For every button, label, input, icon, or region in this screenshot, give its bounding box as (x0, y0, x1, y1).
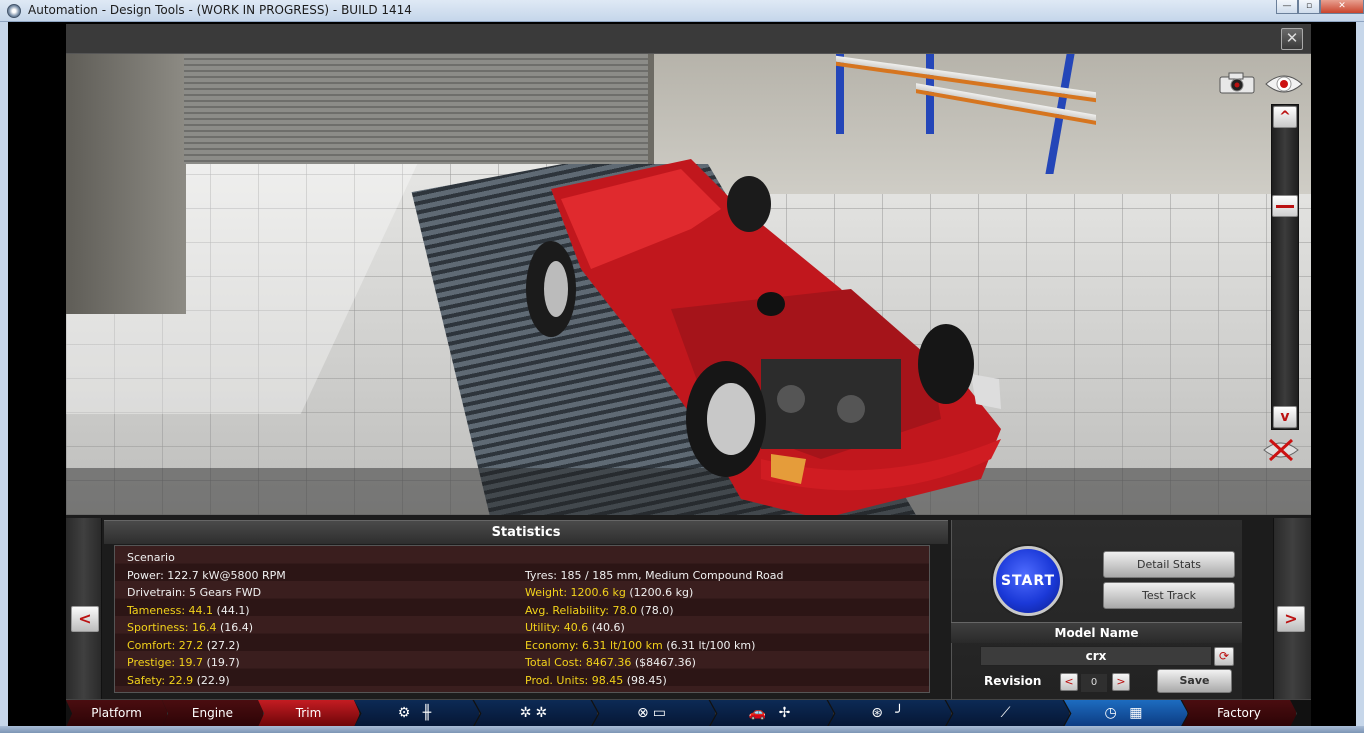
tab-interior[interactable]: ⊛ ╯ (828, 700, 952, 727)
stat-extra: (19.7) (203, 656, 240, 669)
camera-icon[interactable] (1219, 72, 1255, 94)
zoom-out-button[interactable]: v (1273, 406, 1297, 428)
window-title: Automation - Design Tools - (WORK IN PRO… (28, 3, 412, 17)
wheels-icon: ✲✲ (519, 705, 552, 721)
stat-extra: (40.6) (588, 621, 625, 634)
stat-extra: (16.4) (216, 621, 254, 634)
tab-suspension[interactable]: ⊗▭ (592, 700, 716, 727)
interior-steering-icon: ⊛ ╯ (871, 705, 908, 721)
maximize-button[interactable]: ▫ (1298, 0, 1320, 14)
stat-sportiness: Sportiness: 16.4 (16.4) (127, 619, 286, 637)
stat-extra: (1200.6 kg) (625, 586, 694, 599)
revision-decrement-button[interactable]: < (1060, 673, 1078, 691)
exhaust-icon: ⟋ (1000, 705, 1015, 721)
revision-label: Revision (984, 674, 1042, 688)
window-titlebar: Automation - Design Tools - (WORK IN PRO… (0, 0, 1364, 22)
save-button[interactable]: Save (1157, 669, 1232, 693)
stat-total-cost: Total Cost: 8467.36 ($8467.36) (525, 654, 783, 672)
body-aero-icon: 🚗 ✢ (748, 705, 795, 721)
stat-economy: Economy: 6.31 lt/100 km (6.31 lt/100 km) (525, 637, 783, 655)
test-track-button[interactable]: Test Track (1103, 582, 1235, 609)
refresh-icon[interactable]: ⟳ (1214, 647, 1234, 666)
stat-comfort: Comfort: 27.2 (27.2) (127, 637, 286, 655)
stat-extra: (98.45) (623, 673, 667, 687)
stat-prestige: Prestige: 19.7 (19.7) (127, 654, 286, 672)
revision-increment-button[interactable]: > (1112, 673, 1130, 691)
stat-extra: (44.1) (213, 603, 250, 617)
tab-engine[interactable]: Engine (162, 700, 264, 727)
reset-view-icon[interactable] (1262, 436, 1300, 464)
revision-value: 0 (1081, 674, 1107, 692)
stat-tameness: Tameness: 44.1 (44.1) (127, 602, 286, 620)
stats-left-column: Scenario Power: 122.7 kW@5800 RPM Drivet… (127, 549, 286, 689)
statistics-header: Statistics (104, 520, 948, 544)
garage-left-wall (66, 54, 186, 314)
window-close-button[interactable]: ✕ (1320, 0, 1364, 14)
tab-exhaust[interactable]: ⟋ (946, 700, 1070, 727)
suspension-icon: ⊗▭ (637, 705, 670, 721)
window-controls: — ▫ ✕ (1276, 0, 1364, 14)
designer-navigation-bar: Platform Engine Trim ⚙ ╫ ✲✲ ⊗▭ 🚗 ✢ ⊛ ╯ ⟋… (66, 699, 1311, 727)
stat-label: Utility: 40.6 (525, 621, 589, 634)
stat-tyres: Tyres: 185 / 185 mm, Medium Compound Roa… (525, 568, 784, 582)
stat-scenario: Scenario (127, 551, 175, 564)
test-flag-icon: ◷ ▦ (1104, 705, 1147, 721)
next-page-button[interactable]: > (1277, 606, 1305, 632)
model-name-input[interactable]: crx (980, 646, 1212, 666)
os-taskbar (0, 726, 1364, 733)
stat-safety: Safety: 22.9 (22.9) (127, 672, 286, 690)
tab-factory[interactable]: Factory (1182, 700, 1297, 727)
minimize-button[interactable]: — (1276, 0, 1298, 14)
tab-body-aero[interactable]: 🚗 ✢ (710, 700, 834, 727)
stat-power: Power: 122.7 kW@5800 RPM (127, 568, 286, 582)
detail-stats-button[interactable]: Detail Stats (1103, 551, 1235, 578)
eye-icon[interactable] (1264, 72, 1304, 96)
stat-extra: (6.31 lt/100 km) (662, 638, 756, 652)
stat-label: Sportiness: 16.4 (127, 621, 217, 634)
stat-label: Prestige: 19.7 (127, 656, 204, 669)
stat-extra: (78.0) (637, 603, 674, 617)
zoom-in-button[interactable]: ^ (1273, 106, 1297, 128)
stat-extra: (27.2) (203, 638, 240, 652)
tab-trim[interactable]: Trim (258, 700, 360, 727)
stat-label: Prod. Units: 98.45 (525, 673, 624, 687)
tab-testing[interactable]: ◷ ▦ (1064, 700, 1188, 727)
stats-right-column: Tyres: 185 / 185 mm, Medium Compound Roa… (525, 549, 783, 689)
stat-label: Economy: 6.31 lt/100 km (525, 638, 663, 652)
stat-label: Safety: 22.9 (127, 673, 194, 687)
car-chassis-model (526, 159, 1001, 515)
zoom-slider-track[interactable] (1271, 104, 1299, 430)
stat-reliability: Avg. Reliability: 78.0 (78.0) (525, 602, 783, 620)
window-frame-right (1356, 22, 1364, 733)
stat-prod-units: Prod. Units: 98.45 (98.45) (525, 672, 783, 690)
statistics-panel: Scenario Power: 122.7 kW@5800 RPM Drivet… (114, 545, 930, 693)
stat-label: Weight: 1200.6 kg (525, 586, 626, 599)
stat-label: Total Cost: 8467.36 (525, 656, 632, 669)
zoom-slider-thumb[interactable] (1272, 195, 1298, 217)
tab-wheels[interactable]: ✲✲ (474, 700, 598, 727)
garage-door (184, 54, 654, 164)
stat-empty (525, 549, 783, 567)
tab-platform[interactable]: Platform (66, 700, 168, 727)
stat-label: Comfort: 27.2 (127, 638, 204, 652)
stat-weight: Weight: 1200.6 kg (1200.6 kg) (525, 584, 783, 602)
stat-extra: (22.9) (193, 673, 230, 687)
stat-label: Avg. Reliability: 78.0 (525, 603, 638, 617)
designer-close-button[interactable]: ✕ (1281, 28, 1303, 50)
prev-page-button[interactable]: < (71, 606, 99, 632)
stat-extra: ($8467.36) (631, 656, 696, 669)
start-button[interactable]: START (993, 546, 1063, 616)
car-3d-viewport[interactable] (66, 54, 1311, 515)
designer-top-strip (66, 24, 1311, 54)
stat-drivetrain: Drivetrain: 5 Gears FWD (127, 586, 262, 599)
window-frame-left (0, 22, 8, 733)
model-name-header: Model Name (951, 622, 1242, 643)
stat-label: Tameness: 44.1 (127, 603, 214, 617)
app-icon (7, 4, 21, 18)
tab-engine-gearbox[interactable]: ⚙ ╫ (354, 700, 480, 727)
engine-gearbox-icon: ⚙ ╫ (397, 705, 436, 721)
stat-utility: Utility: 40.6 (40.6) (525, 619, 783, 637)
